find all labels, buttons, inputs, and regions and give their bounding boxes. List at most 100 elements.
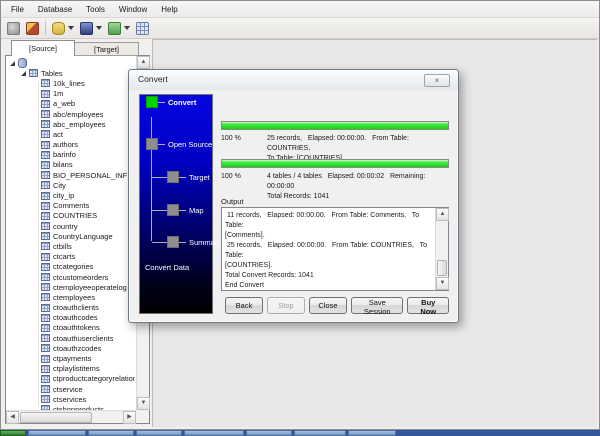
tab-target[interactable]: [Target] <box>75 42 139 56</box>
tree-item[interactable]: barinfo <box>7 150 135 160</box>
expand-arrow-icon[interactable] <box>21 69 29 78</box>
menu-file[interactable]: File <box>4 3 31 16</box>
tree-item-label: ctemployeeoperatelog <box>53 282 127 292</box>
scrollbar-thumb[interactable] <box>437 260 447 276</box>
dropdown-arrow-icon[interactable] <box>68 26 74 30</box>
tree-item[interactable]: abc_employees <box>7 119 135 129</box>
tree-horizontal-scrollbar[interactable]: ◀ ▶ <box>6 410 136 424</box>
tree-item[interactable]: 10k_lines <box>7 78 135 88</box>
menu-window[interactable]: Window <box>112 3 154 16</box>
app-window: File Database Tools Window Help [Source]… <box>0 0 600 430</box>
tree-item[interactable]: City <box>7 180 135 190</box>
tree-item[interactable]: ctoauthtokens <box>7 323 135 333</box>
taskbar-button[interactable] <box>294 430 346 436</box>
tree-item[interactable]: ctplaylistitems <box>7 364 135 374</box>
taskbar-button[interactable] <box>136 430 182 436</box>
menu-database[interactable]: Database <box>31 3 79 16</box>
tree-item[interactable]: ctoauthclients <box>7 303 135 313</box>
tree-item[interactable]: ctpayments <box>7 353 135 363</box>
table-icon <box>41 99 50 108</box>
tree-item[interactable]: authors <box>7 140 135 150</box>
output-log-box[interactable]: 11 records, Elapsed: 00:00:00. From Tabl… <box>221 207 449 291</box>
separator[interactable] <box>44 20 47 37</box>
tree-item[interactable]: country <box>7 221 135 231</box>
tree-item[interactable]: act <box>7 129 135 139</box>
table-icon <box>41 385 50 394</box>
taskbar-button[interactable] <box>348 430 396 436</box>
step-connector <box>179 209 186 211</box>
tree-item[interactable]: ctemployees <box>7 292 135 302</box>
output-log-line: Total Convert Records: 1041 <box>225 272 314 279</box>
tree-item-label: ctoauthcodes <box>53 313 98 323</box>
dropdown-arrow-icon[interactable] <box>96 26 102 30</box>
tree-item-label: Tables <box>41 68 63 78</box>
tree-item[interactable]: bilans <box>7 160 135 170</box>
tree-item[interactable]: ctservices <box>7 394 135 404</box>
back-button[interactable]: Back <box>225 297 263 314</box>
tree-item[interactable]: COUNTRIES <box>7 211 135 221</box>
tree-item[interactable]: 1m <box>7 89 135 99</box>
tree-item[interactable]: ctemployeeoperatelog <box>7 282 135 292</box>
tab-source[interactable]: [Source] <box>11 40 75 56</box>
tree-item[interactable]: CountryLanguage <box>7 231 135 241</box>
tree-item-label: BIO_PERSONAL_INF <box>53 170 128 180</box>
tree-item-label: City <box>53 180 66 190</box>
step-marker-icon <box>167 171 179 183</box>
source-database-icon[interactable] <box>51 20 75 37</box>
grid-icon[interactable] <box>135 20 150 37</box>
table-icon <box>18 58 27 69</box>
tree-item[interactable]: city_ip <box>7 190 135 200</box>
scroll-down-icon[interactable]: ▼ <box>436 277 449 290</box>
tree-item[interactable]: ctoauthcodes <box>7 313 135 323</box>
tree-item[interactable]: ctbills <box>7 241 135 251</box>
taskbar-start-button[interactable] <box>0 430 26 436</box>
tree-item[interactable]: ctoauthuserclients <box>7 333 135 343</box>
dropdown-arrow-icon[interactable] <box>124 26 130 30</box>
tree-item[interactable]: abc/employees <box>7 109 135 119</box>
table-icon <box>41 262 50 271</box>
taskbar-button[interactable] <box>88 430 134 436</box>
tree-item[interactable]: ctproductcategoryrelation <box>7 374 135 384</box>
tree-item[interactable]: BIO_PERSONAL_INF <box>7 170 135 180</box>
connect-icon[interactable] <box>6 20 21 37</box>
tree-item[interactable]: ctcarts <box>7 252 135 262</box>
scroll-left-icon[interactable]: ◀ <box>6 410 19 424</box>
dialog-titlebar[interactable]: Convert <box>129 70 458 90</box>
tree-item[interactable]: Comments <box>7 201 135 211</box>
tree-item[interactable]: a_web <box>7 99 135 109</box>
taskbar-button[interactable] <box>184 430 244 436</box>
buy-now-button[interactable]: Buy Now <box>407 297 449 316</box>
taskbar-button[interactable] <box>28 430 86 436</box>
scroll-up-icon[interactable]: ▲ <box>137 56 150 69</box>
dialog-body: Convert Data Open Source Target Map Summ… <box>135 91 452 317</box>
scroll-down-icon[interactable]: ▼ <box>137 397 150 410</box>
tree-item[interactable]: ctcustomeorders <box>7 272 135 282</box>
tree-item-label: ctservices <box>53 394 87 404</box>
disconnect-icon[interactable] <box>25 20 40 37</box>
target-database-icon[interactable] <box>79 20 103 37</box>
stop-button[interactable]: Stop <box>267 297 305 314</box>
menu-help[interactable]: Help <box>154 3 184 16</box>
output-log-line: 25 records, Elapsed: 00:00:00. From Tabl… <box>225 242 429 259</box>
tree-item-label: a_web <box>53 99 76 109</box>
table-icon <box>41 160 50 169</box>
tree-item[interactable] <box>7 58 135 69</box>
table-icon <box>41 323 50 332</box>
tree-item[interactable]: Tables <box>7 68 135 78</box>
tree-item[interactable]: ctcategories <box>7 262 135 272</box>
menu-tools[interactable]: Tools <box>79 3 112 16</box>
table-icon <box>41 344 50 353</box>
save-session-button[interactable]: Save Session <box>351 297 404 316</box>
tree-item[interactable]: ctservice <box>7 384 135 394</box>
scroll-right-icon[interactable]: ▶ <box>123 410 136 424</box>
scrollbar-thumb[interactable] <box>20 411 92 423</box>
taskbar[interactable] <box>0 430 600 436</box>
output-vertical-scrollbar[interactable]: ▲ ▼ <box>435 208 449 290</box>
scroll-up-icon[interactable]: ▲ <box>436 208 449 221</box>
close-button[interactable]: Close <box>309 297 347 314</box>
tree-item[interactable]: ctoauthzcodes <box>7 343 135 353</box>
close-icon[interactable]: × <box>424 74 450 87</box>
convert-icon[interactable] <box>107 20 131 37</box>
taskbar-button[interactable] <box>246 430 292 436</box>
expand-arrow-icon[interactable] <box>10 59 18 68</box>
